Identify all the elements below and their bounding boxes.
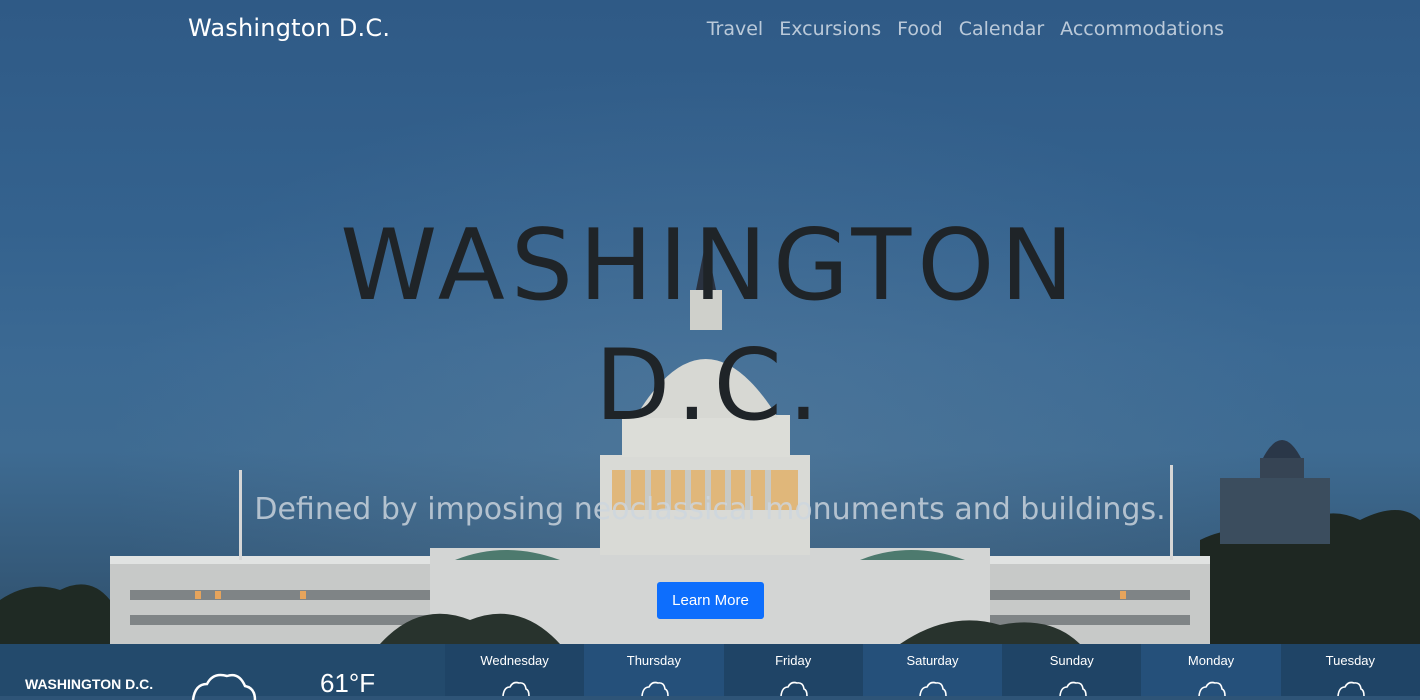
nav-item-travel[interactable]: Travel [707,18,763,40]
forecast-day: Sunday [1002,644,1142,696]
forecast-days: Wednesday Thursday Friday Saturday Sunda… [444,644,1420,696]
forecast-day: Wednesday [444,644,585,696]
cloud-icon [1198,681,1226,696]
forecast-day: Monday [1141,644,1281,696]
weather-bar: WASHINGTON D.C. 61°F Wednesday Thursday … [0,644,1420,700]
brand-logo-link[interactable]: Washington D.C. [188,14,390,42]
forecast-day: Saturday [862,644,1003,696]
forecast-day-name: Saturday [906,653,959,668]
forecast-day-name: Sunday [1049,653,1094,668]
main-nav: Travel Excursions Food Calendar Accommod… [707,18,1224,40]
cloud-icon [1058,681,1087,696]
forecast-day-name: Wednesday [480,653,549,668]
hero-subtitle: Defined by imposing neoclassical monumen… [254,492,1166,527]
hero-title-line2: D.C. [594,329,826,443]
cloud-icon [501,681,530,696]
weather-current: 61°F [185,644,445,700]
hero-section: Washington D.C. Travel Excursions Food C… [0,0,1420,644]
nav-item-food[interactable]: Food [897,18,943,40]
cloud-icon [780,681,808,696]
forecast-day-name: Monday [1187,653,1235,668]
forecast-day: Thursday [584,644,724,696]
cloud-icon [1337,681,1366,696]
forecast-day-name: Friday [775,653,812,668]
hero-title-line1: WASHINGTON [340,209,1080,323]
forecast-day-name: Thursday [626,653,681,668]
weather-city-label: WASHINGTON D.C. [25,676,154,692]
nav-item-accommodations[interactable]: Accommodations [1060,18,1224,40]
forecast-day-name: Tuesday [1325,653,1376,668]
cloud-icon [919,681,948,696]
learn-more-button[interactable]: Learn More [657,582,764,619]
nav-item-calendar[interactable]: Calendar [959,18,1044,40]
nav-item-excursions[interactable]: Excursions [779,18,881,40]
current-temperature: 61°F [319,668,376,698]
cloud-icon [641,681,669,696]
forecast-day: Tuesday [1280,644,1420,696]
forecast-day: Friday [723,644,863,696]
weather-city: WASHINGTON D.C. [0,644,185,696]
hero-title: WASHINGTON D.C. [0,206,1420,446]
